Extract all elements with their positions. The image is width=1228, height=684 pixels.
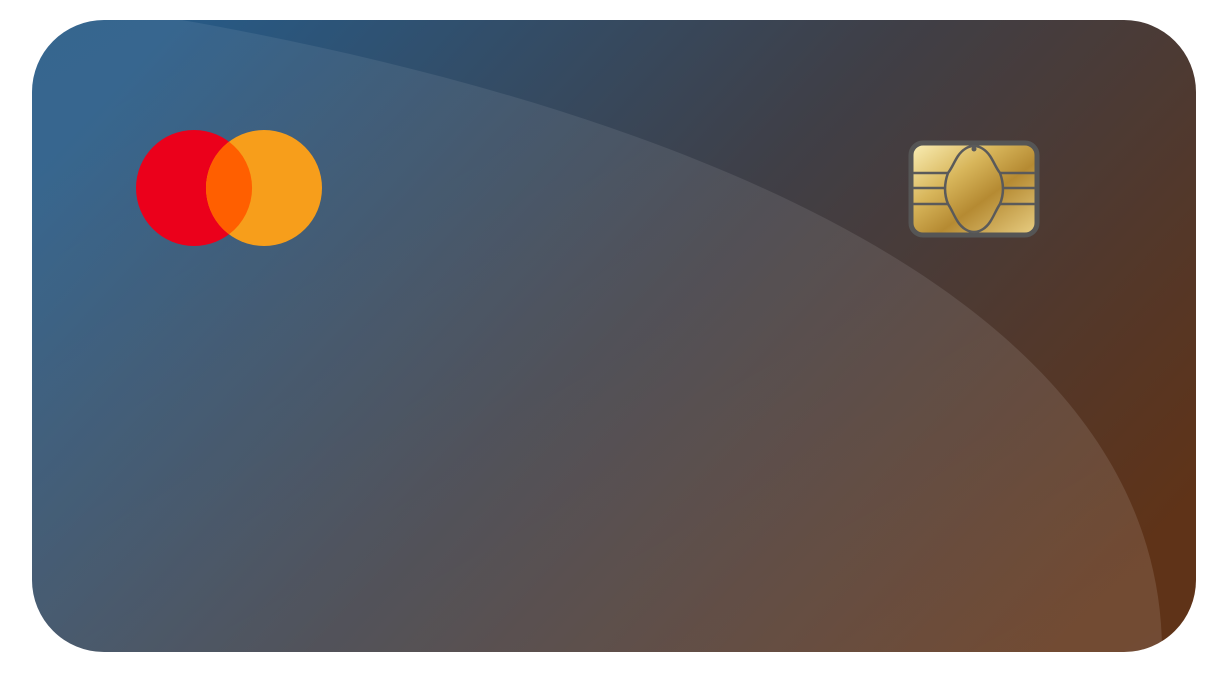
card-background (32, 20, 1196, 652)
payment-card[interactable] (32, 20, 1196, 652)
page (0, 0, 1228, 684)
emv-chip-icon (908, 140, 1040, 238)
mastercard-logo-icon (136, 130, 322, 246)
